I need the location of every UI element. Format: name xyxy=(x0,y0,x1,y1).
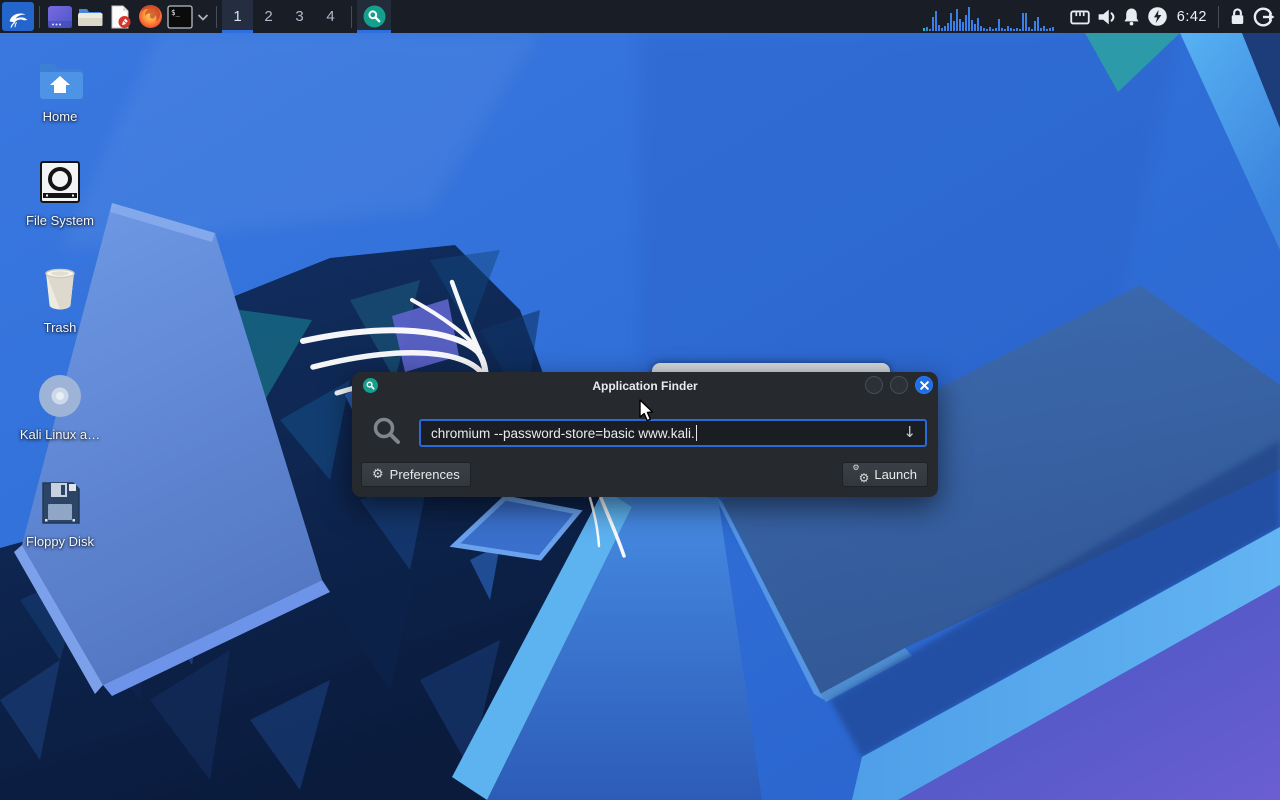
lock-screen-button[interactable] xyxy=(1224,2,1250,31)
launcher-file-manager[interactable] xyxy=(75,2,105,31)
launch-button-label: Launch xyxy=(874,467,917,482)
application-finder-window: Application Finder chromium --password-s… xyxy=(352,372,938,497)
desktop-icon-trash[interactable]: Trash xyxy=(12,263,108,335)
optical-disc-icon xyxy=(12,370,108,418)
terminal-dropdown-button[interactable] xyxy=(195,2,211,31)
text-caret xyxy=(696,425,697,441)
mouse-cursor xyxy=(638,399,656,423)
desktop-icon-floppy-disk[interactable]: Floppy Disk xyxy=(12,477,108,549)
launcher-files-purple[interactable] xyxy=(45,2,75,31)
lock-icon xyxy=(1226,5,1249,28)
notifications-tray-icon[interactable] xyxy=(1119,2,1145,31)
desktop-icon-label: Kali Linux a… xyxy=(12,427,108,442)
dropdown-arrow-icon[interactable]: ↓ xyxy=(903,423,916,441)
desktop-icon-file-system[interactable]: File System xyxy=(12,156,108,228)
launcher-firefox[interactable] xyxy=(135,2,165,31)
logout-button[interactable] xyxy=(1250,2,1276,31)
close-button[interactable] xyxy=(915,376,933,394)
purple-window-icon xyxy=(47,5,73,29)
launcher-text-editor[interactable] xyxy=(105,2,135,31)
task-button-application-finder[interactable] xyxy=(357,0,391,33)
panel-separator xyxy=(39,6,40,28)
search-input-value: chromium --password-store=basic www.kali… xyxy=(431,426,695,441)
power-manager-tray-icon[interactable] xyxy=(1145,2,1171,31)
volume-icon xyxy=(1094,5,1118,29)
close-icon xyxy=(920,381,929,390)
appfinder-magnifier-icon xyxy=(363,5,386,28)
panel-separator xyxy=(351,6,352,28)
workspace-label: 3 xyxy=(295,8,303,25)
text-editor-icon xyxy=(108,5,132,29)
floppy-disk-icon xyxy=(12,477,108,525)
power-bolt-icon xyxy=(1146,5,1169,28)
clock[interactable]: 6:42 xyxy=(1171,9,1213,25)
file-manager-icon xyxy=(77,6,103,28)
workspace-label: 4 xyxy=(326,8,334,25)
workspace-label: 1 xyxy=(233,8,241,25)
workspace-button-4[interactable]: 4 xyxy=(315,0,346,33)
cpu-graph[interactable] xyxy=(923,3,1055,31)
search-input[interactable]: chromium --password-store=basic www.kali… xyxy=(419,419,927,447)
run-gears-icon: ⚙⚙ xyxy=(853,467,868,482)
hard-drive-icon xyxy=(12,156,108,204)
workspace-button-1[interactable]: 1 xyxy=(222,0,253,33)
desktop-icon-kali-linux[interactable]: Kali Linux a… xyxy=(12,370,108,442)
minimize-button[interactable] xyxy=(865,376,883,394)
window-title: Application Finder xyxy=(352,372,938,399)
desktop-icon-label: Floppy Disk xyxy=(12,534,108,549)
firefox-icon xyxy=(138,4,163,29)
desktop-screen: Home File System Trash xyxy=(0,0,1280,800)
panel-separator xyxy=(1218,6,1219,28)
titlebar[interactable]: Application Finder xyxy=(352,372,938,399)
desktop-icon-label: File System xyxy=(12,213,108,228)
desktop-icon-label: Trash xyxy=(12,320,108,335)
panel-separator xyxy=(216,6,217,28)
trash-bin-icon xyxy=(12,263,108,311)
workspace-label: 2 xyxy=(264,8,272,25)
logout-icon xyxy=(1251,5,1275,29)
search-icon xyxy=(372,416,402,451)
kali-menu-button[interactable] xyxy=(2,2,34,31)
launch-button[interactable]: ⚙⚙ Launch xyxy=(842,462,928,487)
svg-text:$_: $_ xyxy=(171,8,181,17)
maximize-button[interactable] xyxy=(890,376,908,394)
top-panel: $_ 1 2 3 4 xyxy=(0,0,1280,33)
bell-icon xyxy=(1120,5,1143,28)
terminal-icon: $_ xyxy=(167,5,193,29)
network-tray-icon[interactable] xyxy=(1067,2,1093,31)
gear-icon: ⚙ xyxy=(372,468,384,481)
desktop-icon-home[interactable]: Home xyxy=(12,52,108,124)
kali-logo-icon xyxy=(6,6,30,28)
workspace-button-2[interactable]: 2 xyxy=(253,0,284,33)
preferences-button-label: Preferences xyxy=(390,467,460,482)
chevron-down-icon xyxy=(197,12,209,22)
preferences-button[interactable]: ⚙ Preferences xyxy=(361,462,471,487)
workspace-button-3[interactable]: 3 xyxy=(284,0,315,33)
volume-tray-icon[interactable] xyxy=(1093,2,1119,31)
desktop-icon-label: Home xyxy=(12,109,108,124)
launcher-terminal[interactable]: $_ xyxy=(165,2,195,31)
home-folder-icon xyxy=(12,52,108,100)
network-icon xyxy=(1068,5,1092,29)
